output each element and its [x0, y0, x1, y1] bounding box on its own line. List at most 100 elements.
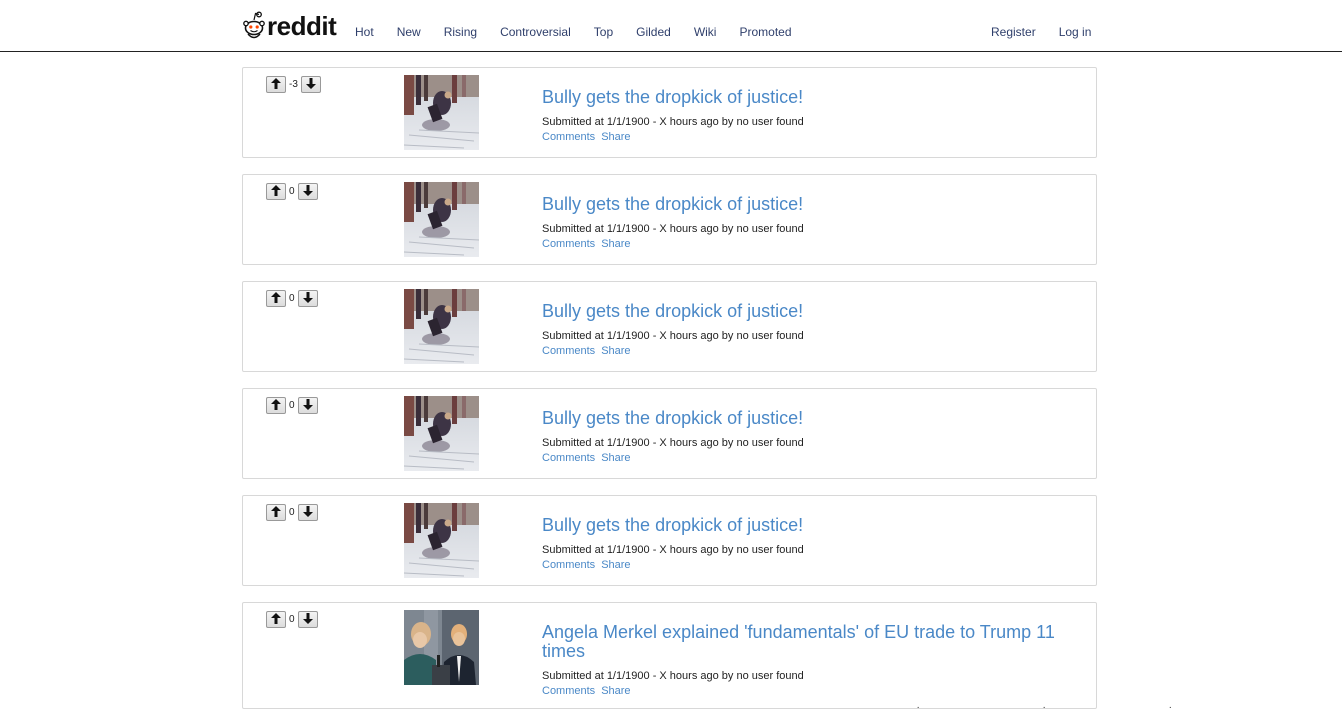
down-arrow-icon — [302, 183, 313, 201]
downvote-button[interactable] — [297, 504, 318, 522]
post-content: Bully gets the dropkick of justice! Submi… — [542, 516, 1076, 572]
nav-hot[interactable]: Hot — [355, 25, 374, 39]
post-actions: Comments Share — [542, 684, 1076, 698]
up-arrow-icon — [271, 397, 281, 415]
top-header: reddit Hot New Rising Controversial Top … — [0, 0, 1342, 52]
comments-link[interactable]: Comments — [542, 685, 595, 697]
post-score: 0 — [289, 506, 295, 518]
post-content: Angela Merkel explained 'fundamentals' o… — [542, 623, 1076, 698]
post-actions: Comments Share — [542, 130, 1076, 144]
nav-controversial[interactable]: Controversial — [500, 25, 571, 39]
comments-link[interactable]: Comments — [542, 131, 595, 143]
downvote-button[interactable] — [297, 183, 318, 201]
post-card: 0 Bully gets the dropkick of justice! Subm… — [242, 495, 1097, 586]
downvote-button[interactable] — [297, 611, 318, 629]
up-arrow-icon — [271, 76, 281, 94]
vote-controls: 0 — [266, 290, 318, 307]
post-thumbnail[interactable] — [404, 75, 479, 150]
post-thumbnail[interactable] — [404, 289, 479, 364]
upvote-button[interactable] — [266, 397, 286, 414]
post-title[interactable]: Bully gets the dropkick of justice! — [542, 516, 1076, 535]
post-title[interactable]: Bully gets the dropkick of justice! — [542, 195, 1076, 214]
page-edge-marks: · · · — [916, 702, 1232, 713]
nav-wiki[interactable]: Wiki — [694, 25, 717, 39]
nav-promoted[interactable]: Promoted — [739, 25, 791, 39]
vote-controls: -3 — [266, 76, 321, 93]
post-score: 0 — [289, 399, 295, 411]
post-content: Bully gets the dropkick of justice! Submi… — [542, 88, 1076, 144]
up-arrow-icon — [271, 504, 281, 522]
vote-controls: 0 — [266, 504, 318, 521]
auth-links: Register Log in — [991, 25, 1114, 39]
share-link[interactable]: Share — [601, 345, 630, 357]
post-meta: Submitted at 1/1/1900 - X hours ago by n… — [542, 437, 804, 449]
downvote-button[interactable] — [297, 397, 318, 415]
post-list: -3 Bully gets the dropkick of justice! Sub… — [242, 67, 1097, 725]
nav-rising[interactable]: Rising — [444, 25, 477, 39]
vote-controls: 0 — [266, 397, 318, 414]
down-arrow-icon — [302, 611, 313, 629]
post-meta: Submitted at 1/1/1900 - X hours ago by n… — [542, 116, 804, 128]
up-arrow-icon — [271, 183, 281, 201]
down-arrow-icon — [302, 290, 313, 308]
post-score: 0 — [289, 185, 295, 197]
sort-nav: Hot New Rising Controversial Top Gilded … — [355, 25, 815, 39]
comments-link[interactable]: Comments — [542, 238, 595, 250]
post-content: Bully gets the dropkick of justice! Submi… — [542, 409, 1076, 465]
post-actions: Comments Share — [542, 451, 1076, 465]
post-card: 0 Bully gets the dropkick of justice! Subm… — [242, 281, 1097, 372]
post-title[interactable]: Bully gets the dropkick of justice! — [542, 409, 1076, 428]
post-card: 0 Bully gets the dropkick of justice! Subm… — [242, 174, 1097, 265]
down-arrow-icon — [302, 504, 313, 522]
upvote-button[interactable] — [266, 611, 286, 628]
comments-link[interactable]: Comments — [542, 345, 595, 357]
share-link[interactable]: Share — [601, 685, 630, 697]
post-title[interactable]: Bully gets the dropkick of justice! — [542, 88, 1076, 107]
post-thumbnail[interactable] — [404, 182, 479, 257]
upvote-button[interactable] — [266, 183, 286, 200]
downvote-button[interactable] — [300, 76, 321, 94]
nav-top[interactable]: Top — [594, 25, 613, 39]
nav-new[interactable]: New — [397, 25, 421, 39]
post-title[interactable]: Angela Merkel explained 'fundamentals' o… — [542, 623, 1076, 661]
share-link[interactable]: Share — [601, 238, 630, 250]
post-content: Bully gets the dropkick of justice! Submi… — [542, 302, 1076, 358]
share-link[interactable]: Share — [601, 559, 630, 571]
post-meta: Submitted at 1/1/1900 - X hours ago by n… — [542, 330, 804, 342]
post-actions: Comments Share — [542, 344, 1076, 358]
down-arrow-icon — [302, 397, 313, 415]
share-link[interactable]: Share — [601, 131, 630, 143]
reddit-alien-icon — [243, 11, 265, 39]
comments-link[interactable]: Comments — [542, 452, 595, 464]
post-thumbnail[interactable] — [404, 610, 479, 685]
upvote-button[interactable] — [266, 76, 286, 93]
share-link[interactable]: Share — [601, 452, 630, 464]
upvote-button[interactable] — [266, 504, 286, 521]
post-title[interactable]: Bully gets the dropkick of justice! — [542, 302, 1076, 321]
login-link[interactable]: Log in — [1059, 25, 1092, 39]
post-content: Bully gets the dropkick of justice! Submi… — [542, 195, 1076, 251]
comments-link[interactable]: Comments — [542, 559, 595, 571]
vote-controls: 0 — [266, 183, 318, 200]
reddit-logo[interactable]: reddit — [243, 10, 337, 42]
post-meta: Submitted at 1/1/1900 - X hours ago by n… — [542, 670, 804, 682]
post-actions: Comments Share — [542, 237, 1076, 251]
post-meta: Submitted at 1/1/1900 - X hours ago by n… — [542, 544, 804, 556]
upvote-button[interactable] — [266, 290, 286, 307]
register-link[interactable]: Register — [991, 25, 1036, 39]
post-score: -3 — [289, 78, 298, 90]
post-score: 0 — [289, 292, 295, 304]
down-arrow-icon — [305, 76, 316, 94]
post-card: 0 Angela Merkel explained 'fundamentals' … — [242, 602, 1097, 709]
up-arrow-icon — [271, 290, 281, 308]
post-actions: Comments Share — [542, 558, 1076, 572]
post-card: 0 Bully gets the dropkick of justice! Subm… — [242, 388, 1097, 479]
downvote-button[interactable] — [297, 290, 318, 308]
nav-gilded[interactable]: Gilded — [636, 25, 671, 39]
vote-controls: 0 — [266, 611, 318, 628]
post-thumbnail[interactable] — [404, 503, 479, 578]
post-meta: Submitted at 1/1/1900 - X hours ago by n… — [542, 223, 804, 235]
up-arrow-icon — [271, 611, 281, 629]
post-score: 0 — [289, 613, 295, 625]
post-thumbnail[interactable] — [404, 396, 479, 471]
